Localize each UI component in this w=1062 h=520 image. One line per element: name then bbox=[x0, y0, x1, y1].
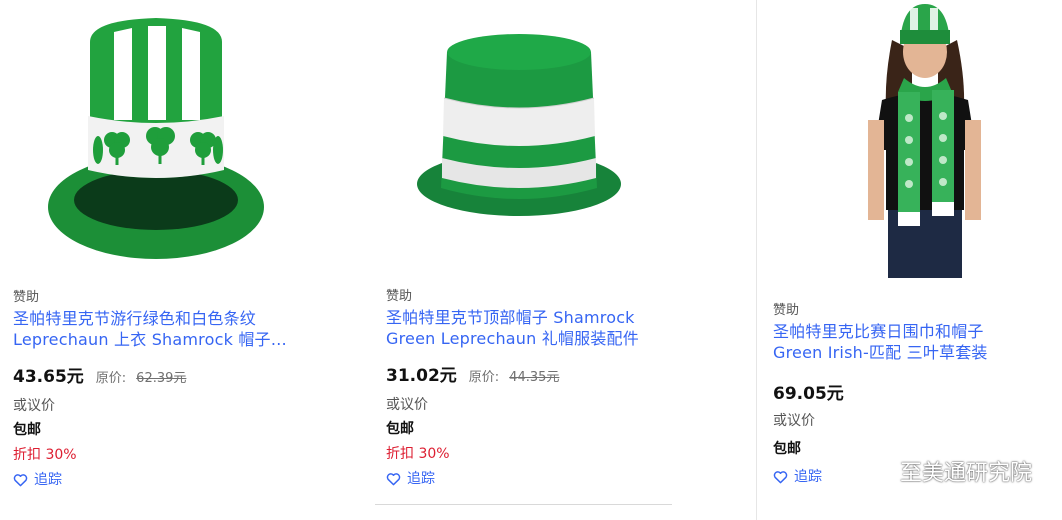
divider bbox=[375, 504, 672, 505]
product-title-link[interactable]: 圣帕特里克节游行绿色和白色条纹 Leprechaun 上衣 Shamrock 帽… bbox=[13, 308, 364, 350]
discount-text: 折扣 30% bbox=[386, 446, 450, 462]
best-offer-text: 或议价 bbox=[386, 397, 428, 413]
watermark-text: 至美通研究院 bbox=[899, 461, 1032, 486]
price: 43.65元 bbox=[13, 367, 84, 387]
sponsored-label: 赞助 bbox=[13, 290, 40, 305]
watch-label[interactable]: 追踪 bbox=[407, 469, 435, 489]
product-info: 赞助 圣帕特里克节顶部帽子 Shamrock Green Leprechaun … bbox=[386, 288, 747, 489]
striped-top-hat-image[interactable] bbox=[413, 28, 625, 228]
watch-label[interactable]: 追踪 bbox=[34, 470, 62, 490]
original-price-label: 原价: bbox=[468, 370, 500, 385]
original-price-label: 原价: bbox=[95, 371, 127, 386]
heart-icon[interactable] bbox=[13, 473, 28, 487]
watch-button[interactable]: 追踪 bbox=[13, 470, 364, 490]
discount-text: 折扣 30% bbox=[13, 447, 77, 463]
original-price: 62.39元 bbox=[136, 371, 187, 386]
watch-label[interactable]: 追踪 bbox=[794, 467, 822, 487]
product-card[interactable]: 赞助 圣帕特里克节游行绿色和白色条纹 Leprechaun 上衣 Shamroc… bbox=[0, 0, 372, 520]
product-title-link[interactable]: 圣帕特里克比赛日围巾和帽子 Green Irish-匹配 三叶草套装 bbox=[773, 321, 1054, 363]
watch-button[interactable]: 追踪 bbox=[386, 469, 747, 489]
title-line-1[interactable]: 圣帕特里克节顶部帽子 Shamrock bbox=[386, 307, 747, 328]
title-line-2[interactable]: Green Irish-匹配 三叶草套装 bbox=[773, 342, 1054, 363]
product-card[interactable]: 赞助 圣帕特里克比赛日围巾和帽子 Green Irish-匹配 三叶草套装 69… bbox=[757, 0, 1062, 520]
free-shipping-text: 包邮 bbox=[386, 421, 414, 437]
scarf-and-beanie-model-image[interactable] bbox=[852, 0, 997, 278]
sponsored-label: 赞助 bbox=[386, 289, 413, 304]
title-line-2[interactable]: Green Leprechaun 礼帽服装配件 bbox=[386, 328, 747, 349]
wechat-icon bbox=[862, 460, 891, 482]
original-price: 44.35元 bbox=[509, 370, 560, 385]
price: 31.02元 bbox=[386, 366, 457, 386]
product-title-link[interactable]: 圣帕特里克节顶部帽子 Shamrock Green Leprechaun 礼帽服… bbox=[386, 307, 747, 349]
free-shipping-text: 包邮 bbox=[13, 422, 41, 438]
product-grid: 赞助 圣帕特里克节游行绿色和白色条纹 Leprechaun 上衣 Shamroc… bbox=[0, 0, 1062, 520]
price-row: 31.02元 原价: 44.35元 bbox=[386, 365, 747, 389]
heart-icon[interactable] bbox=[773, 470, 788, 484]
shamrock-top-hat-image[interactable] bbox=[40, 0, 280, 270]
price: 69.05元 bbox=[773, 384, 844, 404]
best-offer-text: 或议价 bbox=[773, 413, 815, 429]
title-line-1[interactable]: 圣帕特里克比赛日围巾和帽子 bbox=[773, 321, 1054, 342]
sponsored-label: 赞助 bbox=[773, 303, 800, 318]
product-info: 赞助 圣帕特里克节游行绿色和白色条纹 Leprechaun 上衣 Shamroc… bbox=[13, 289, 364, 490]
watermark: 至美通研究院 bbox=[862, 455, 1032, 487]
price-row: 69.05元 bbox=[773, 383, 1054, 405]
price-row: 43.65元 原价: 62.39元 bbox=[13, 366, 364, 390]
best-offer-text: 或议价 bbox=[13, 398, 55, 414]
title-line-1[interactable]: 圣帕特里克节游行绿色和白色条纹 bbox=[13, 308, 364, 329]
title-line-2[interactable]: Leprechaun 上衣 Shamrock 帽子… bbox=[13, 329, 364, 350]
heart-icon[interactable] bbox=[386, 472, 401, 486]
product-card[interactable]: 赞助 圣帕特里克节顶部帽子 Shamrock Green Leprechaun … bbox=[373, 0, 755, 520]
